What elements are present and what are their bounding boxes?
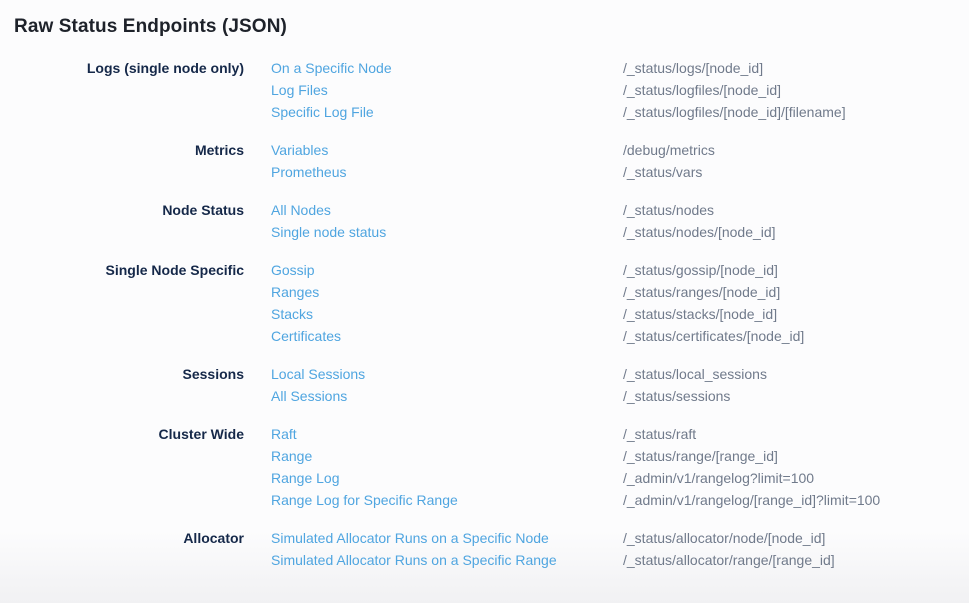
endpoint-row: Variables /debug/metrics — [271, 139, 969, 161]
endpoint-path: /_status/ranges/[node_id] — [623, 281, 780, 303]
endpoint-row: Log Files /_status/logfiles/[node_id] — [271, 79, 969, 101]
endpoint-link[interactable]: Specific Log File — [271, 101, 623, 123]
endpoint-entries: Local Sessions /_status/local_sessions A… — [271, 363, 969, 407]
endpoint-link[interactable]: Single node status — [271, 221, 623, 243]
endpoint-path: /_status/local_sessions — [623, 363, 767, 385]
endpoint-link[interactable]: Simulated Allocator Runs on a Specific N… — [271, 527, 623, 549]
endpoint-row: Range Log /_admin/v1/rangelog?limit=100 — [271, 467, 969, 489]
endpoint-path: /_status/certificates/[node_id] — [623, 325, 804, 347]
endpoint-groups: Logs (single node only) On a Specific No… — [0, 57, 969, 571]
endpoint-path: /_status/gossip/[node_id] — [623, 259, 778, 281]
endpoint-group: Logs (single node only) On a Specific No… — [0, 57, 969, 123]
endpoint-row: Single node status /_status/nodes/[node_… — [271, 221, 969, 243]
endpoint-link[interactable]: Prometheus — [271, 161, 623, 183]
endpoint-path: /_admin/v1/rangelog?limit=100 — [623, 467, 814, 489]
endpoint-row: Simulated Allocator Runs on a Specific R… — [271, 549, 969, 571]
endpoint-link[interactable]: Simulated Allocator Runs on a Specific R… — [271, 549, 623, 571]
endpoint-row: Stacks /_status/stacks/[node_id] — [271, 303, 969, 325]
endpoint-path: /_status/range/[range_id] — [623, 445, 778, 467]
category-label: Single Node Specific — [0, 259, 244, 281]
category-label: Node Status — [0, 199, 244, 221]
endpoint-row: Raft /_status/raft — [271, 423, 969, 445]
endpoint-path: /_status/stacks/[node_id] — [623, 303, 777, 325]
endpoint-path: /_status/allocator/node/[node_id] — [623, 527, 825, 549]
page-title: Raw Status Endpoints (JSON) — [0, 0, 969, 40]
endpoint-group: Allocator Simulated Allocator Runs on a … — [0, 527, 969, 571]
category-label: Metrics — [0, 139, 244, 161]
endpoint-entries: Variables /debug/metrics Prometheus /_st… — [271, 139, 969, 183]
endpoint-path: /_status/logs/[node_id] — [623, 57, 763, 79]
endpoint-row: All Sessions /_status/sessions — [271, 385, 969, 407]
endpoint-link[interactable]: Range Log — [271, 467, 623, 489]
endpoint-link[interactable]: On a Specific Node — [271, 57, 623, 79]
endpoint-path: /_status/sessions — [623, 385, 730, 407]
endpoint-link[interactable]: Stacks — [271, 303, 623, 325]
endpoint-row: Specific Log File /_status/logfiles/[nod… — [271, 101, 969, 123]
endpoint-entries: All Nodes /_status/nodes Single node sta… — [271, 199, 969, 243]
endpoint-row: Gossip /_status/gossip/[node_id] — [271, 259, 969, 281]
endpoint-entries: Simulated Allocator Runs on a Specific N… — [271, 527, 969, 571]
category-label: Allocator — [0, 527, 244, 549]
endpoint-row: Local Sessions /_status/local_sessions — [271, 363, 969, 385]
endpoint-path: /_status/allocator/range/[range_id] — [623, 549, 835, 571]
endpoint-path: /_status/logfiles/[node_id]/[filename] — [623, 101, 846, 123]
category-label: Sessions — [0, 363, 244, 385]
endpoint-link[interactable]: Log Files — [271, 79, 623, 101]
endpoint-link[interactable]: Variables — [271, 139, 623, 161]
endpoint-link[interactable]: Gossip — [271, 259, 623, 281]
endpoint-group: Node Status All Nodes /_status/nodes Sin… — [0, 199, 969, 243]
endpoint-row: Range Log for Specific Range /_admin/v1/… — [271, 489, 969, 511]
endpoint-link[interactable]: Range — [271, 445, 623, 467]
endpoint-group: Single Node Specific Gossip /_status/gos… — [0, 259, 969, 347]
category-label: Cluster Wide — [0, 423, 244, 445]
endpoint-row: Range /_status/range/[range_id] — [271, 445, 969, 467]
endpoint-link[interactable]: All Sessions — [271, 385, 623, 407]
endpoint-row: Certificates /_status/certificates/[node… — [271, 325, 969, 347]
endpoint-link[interactable]: Certificates — [271, 325, 623, 347]
endpoint-group: Cluster Wide Raft /_status/raft Range /_… — [0, 423, 969, 511]
endpoint-row: Simulated Allocator Runs on a Specific N… — [271, 527, 969, 549]
endpoint-row: Ranges /_status/ranges/[node_id] — [271, 281, 969, 303]
category-label: Logs (single node only) — [0, 57, 244, 79]
endpoint-path: /_status/raft — [623, 423, 696, 445]
endpoint-link[interactable]: Raft — [271, 423, 623, 445]
endpoint-group: Sessions Local Sessions /_status/local_s… — [0, 363, 969, 407]
endpoint-entries: Gossip /_status/gossip/[node_id] Ranges … — [271, 259, 969, 347]
endpoint-row: Prometheus /_status/vars — [271, 161, 969, 183]
endpoint-path: /_status/nodes/[node_id] — [623, 221, 776, 243]
endpoint-row: On a Specific Node /_status/logs/[node_i… — [271, 57, 969, 79]
endpoint-link[interactable]: Ranges — [271, 281, 623, 303]
endpoint-row: All Nodes /_status/nodes — [271, 199, 969, 221]
endpoint-entries: On a Specific Node /_status/logs/[node_i… — [271, 57, 969, 123]
endpoint-link[interactable]: Local Sessions — [271, 363, 623, 385]
endpoint-group: Metrics Variables /debug/metrics Prometh… — [0, 139, 969, 183]
debug-page: Raw Status Endpoints (JSON) Logs (single… — [0, 0, 969, 603]
endpoint-path: /debug/metrics — [623, 139, 715, 161]
endpoint-path: /_status/nodes — [623, 199, 714, 221]
endpoint-link[interactable]: All Nodes — [271, 199, 623, 221]
endpoint-path: /_status/logfiles/[node_id] — [623, 79, 781, 101]
endpoint-path: /_admin/v1/rangelog/[range_id]?limit=100 — [623, 489, 880, 511]
endpoint-path: /_status/vars — [623, 161, 702, 183]
endpoint-entries: Raft /_status/raft Range /_status/range/… — [271, 423, 969, 511]
endpoint-link[interactable]: Range Log for Specific Range — [271, 489, 623, 511]
